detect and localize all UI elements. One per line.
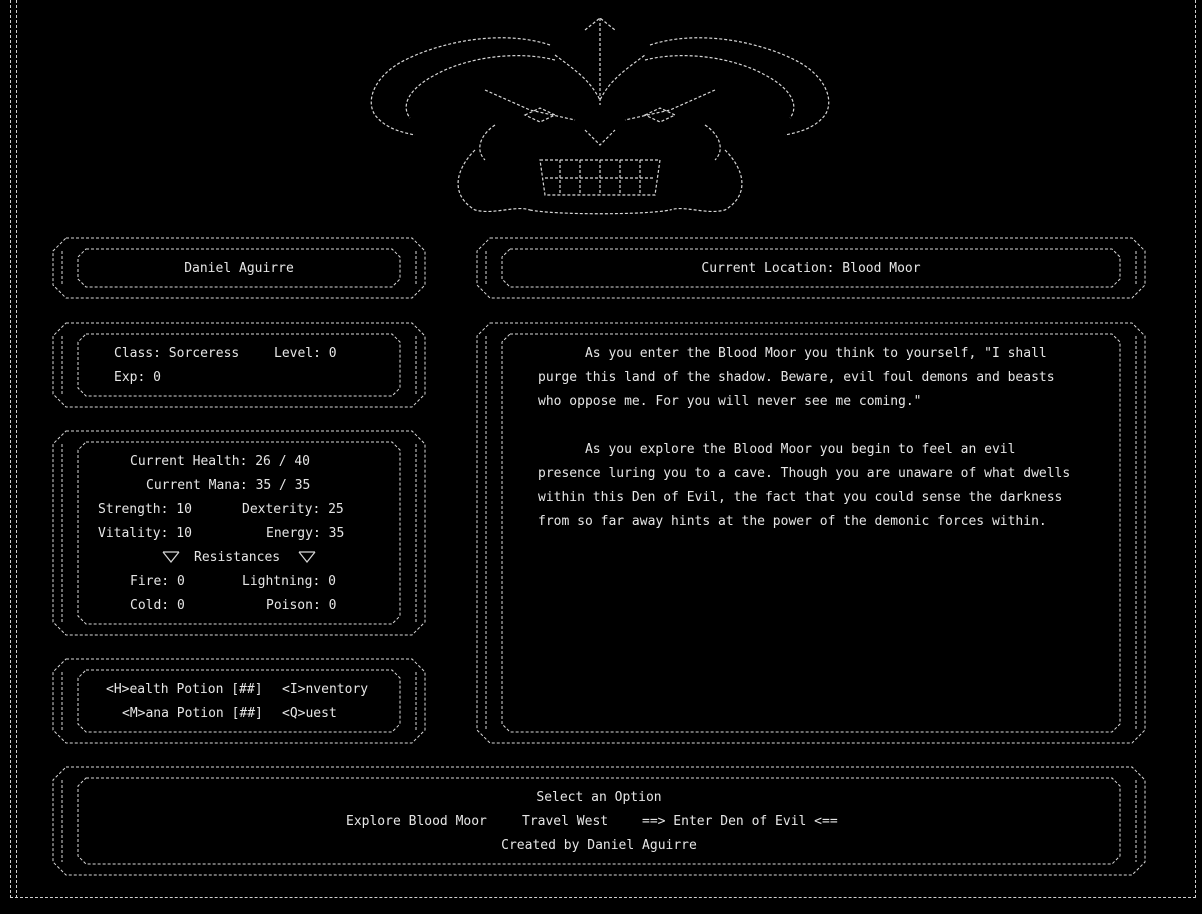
menu-prompt: Select an Option (536, 790, 662, 805)
story-line: within this Den of Evil, the fact that y… (538, 490, 1063, 505)
story-panel: As you enter the Blood Moor you think to… (476, 322, 1146, 744)
enter-den-of-evil-option[interactable]: ==> Enter Den of Evil <== (642, 810, 838, 834)
cold-resistance: Cold: 0 (130, 598, 185, 613)
story-line: who oppose me. For you will never see me… (538, 394, 922, 409)
stats-panel: Current Health: 26 / 40 Current Mana: 35… (52, 430, 426, 636)
story-line: from so far away hints at the power of t… (538, 514, 1047, 529)
mana-potion-action[interactable]: <M>ana Potion [##] (122, 702, 263, 726)
mana-stat: Current Mana: 35 / 35 (146, 478, 311, 493)
dexterity-stat: Dexterity: 25 (242, 502, 344, 517)
credit-line: Created by Daniel Aguirre (501, 838, 697, 853)
story-line: As you explore the Blood Moor you begin … (538, 442, 1016, 457)
console-frame-inner-line (16, 0, 17, 898)
vitality-stat: Vitality: 10 (98, 526, 192, 541)
lightning-resistance: Lightning: 0 (242, 574, 336, 589)
travel-west-option[interactable]: Travel West (522, 810, 608, 834)
quest-action[interactable]: <Q>uest (282, 702, 337, 726)
class-label: Class: Sorceress (114, 346, 240, 361)
story-line: presence luring you to a cave. Though yo… (538, 466, 1071, 481)
health-potion-action[interactable]: <H>ealth Potion [##] (106, 678, 263, 702)
location-panel: Current Location: Blood Moor (476, 237, 1146, 299)
strength-stat: Strength: 10 (98, 502, 192, 517)
fire-resistance: Fire: 0 (130, 574, 185, 589)
chevron-down-icon (298, 551, 316, 563)
health-stat: Current Health: 26 / 40 (130, 454, 311, 469)
chevron-down-icon (162, 551, 180, 563)
level-label: Level: 0 (274, 346, 337, 361)
energy-stat: Energy: 35 (266, 526, 345, 541)
poison-resistance: Poison: 0 (266, 598, 337, 613)
player-name: Daniel Aguirre (184, 261, 294, 276)
explore-option[interactable]: Explore Blood Moor (346, 810, 487, 834)
name-panel: Daniel Aguirre (52, 237, 426, 299)
inventory-action[interactable]: <I>nventory (282, 678, 368, 702)
menu-panel: Select an Option Explore Blood Moor Trav… (52, 766, 1146, 876)
story-line: As you enter the Blood Moor you think to… (538, 346, 1047, 361)
resistances-header: Resistances (194, 550, 281, 565)
demon-skull-ascii-art (370, 17, 830, 215)
exp-label: Exp: 0 (114, 370, 161, 385)
current-location: Current Location: Blood Moor (701, 261, 921, 276)
character-panel: Class: Sorceress Level: 0 Exp: 0 (52, 322, 426, 408)
actions-panel: <H>ealth Potion [##] <I>nventory <M>ana … (52, 658, 426, 744)
story-line: purge this land of the shadow. Beware, e… (538, 370, 1055, 385)
